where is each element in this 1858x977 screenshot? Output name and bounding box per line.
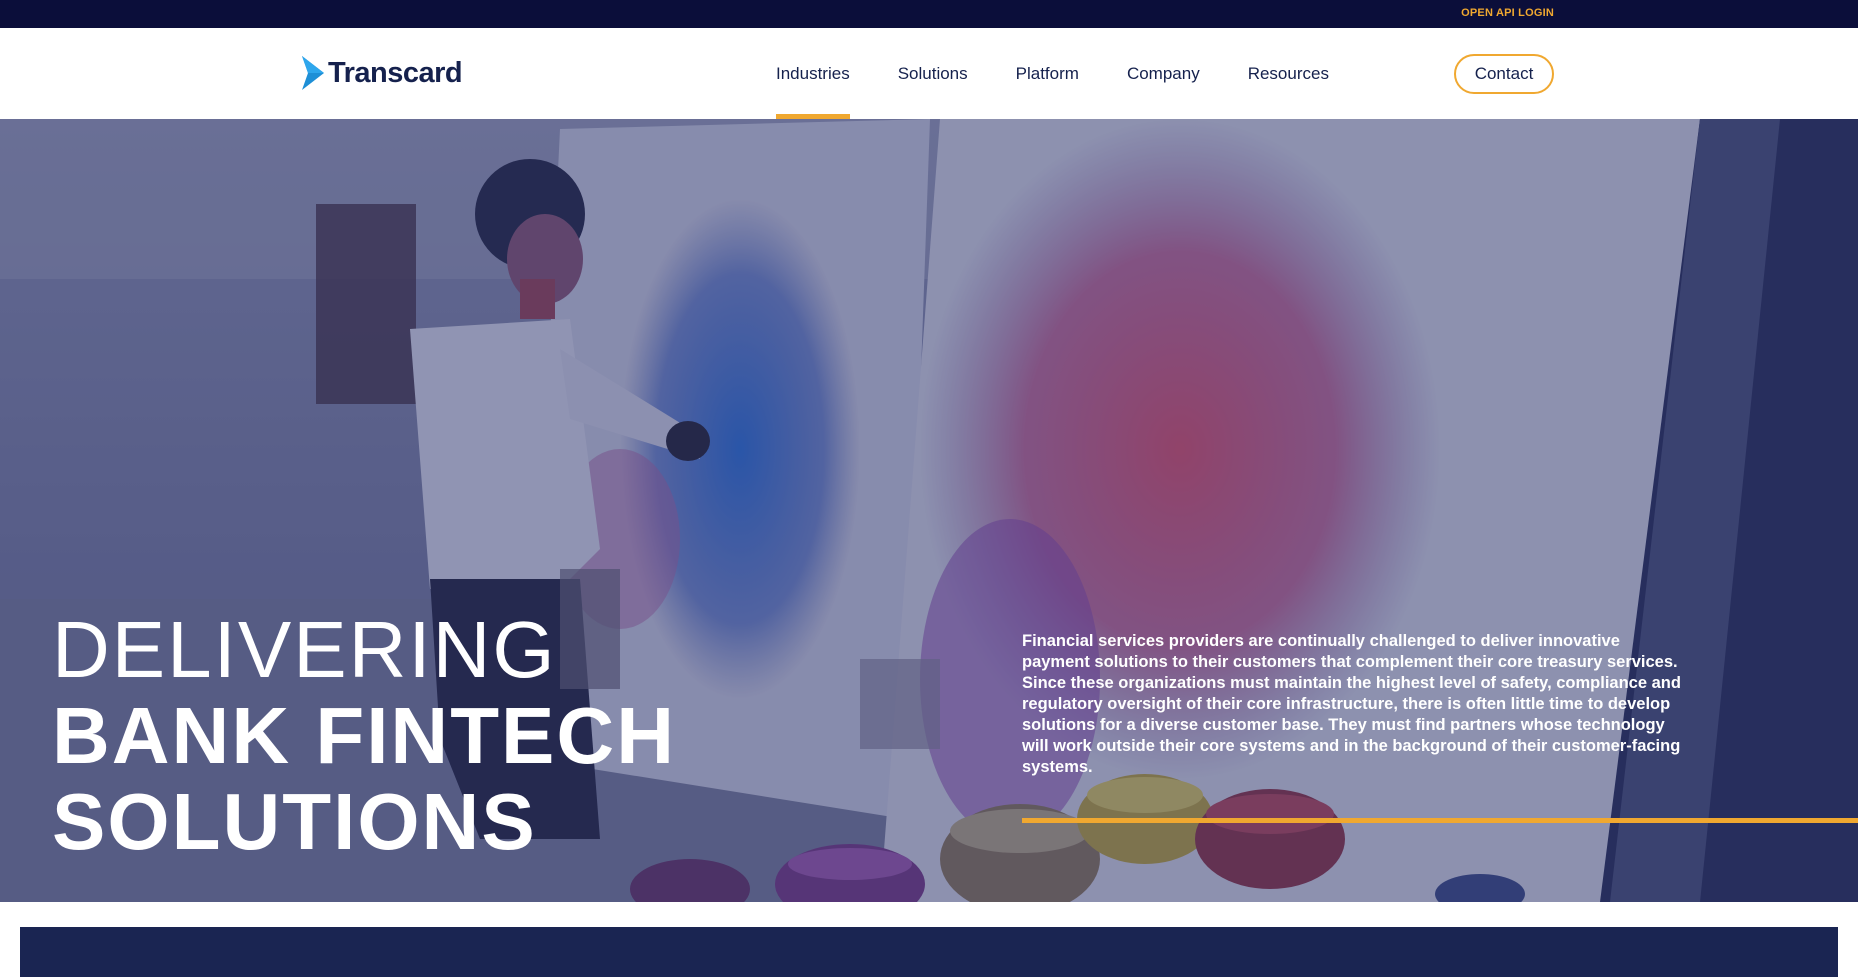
hero-section: DELIVERING BANK FINTECH SOLUTIONS Financ…: [0, 119, 1858, 902]
contact-button[interactable]: Contact: [1454, 54, 1554, 94]
nav-item-resources[interactable]: Resources: [1224, 28, 1353, 119]
hero-title-line1: DELIVERING: [52, 605, 557, 694]
top-utility-bar: OPEN API LOGIN: [0, 0, 1858, 28]
hero-title: DELIVERING BANK FINTECH SOLUTIONS: [52, 607, 676, 865]
hero-title-line3: SOLUTIONS: [52, 777, 537, 866]
hero-description: Financial services providers are continu…: [1022, 632, 1681, 776]
nav-item-company[interactable]: Company: [1103, 28, 1224, 119]
nav-item-industries[interactable]: Industries: [752, 28, 874, 119]
logo-text: Transcard: [328, 56, 463, 89]
next-section-band: [20, 927, 1838, 977]
transcard-logo[interactable]: Transcard: [302, 55, 463, 91]
nav-item-platform[interactable]: Platform: [992, 28, 1103, 119]
open-api-login-link[interactable]: OPEN API LOGIN: [1461, 7, 1554, 19]
site-header: Transcard Industries Solutions Platform …: [0, 28, 1858, 119]
logo-mark-icon: [302, 56, 324, 90]
hero-title-line2: BANK FINTECH: [52, 691, 676, 780]
nav-item-solutions[interactable]: Solutions: [874, 28, 992, 119]
main-nav: Industries Solutions Platform Company Re…: [752, 28, 1353, 119]
hero-accent-rule: [1022, 818, 1858, 823]
